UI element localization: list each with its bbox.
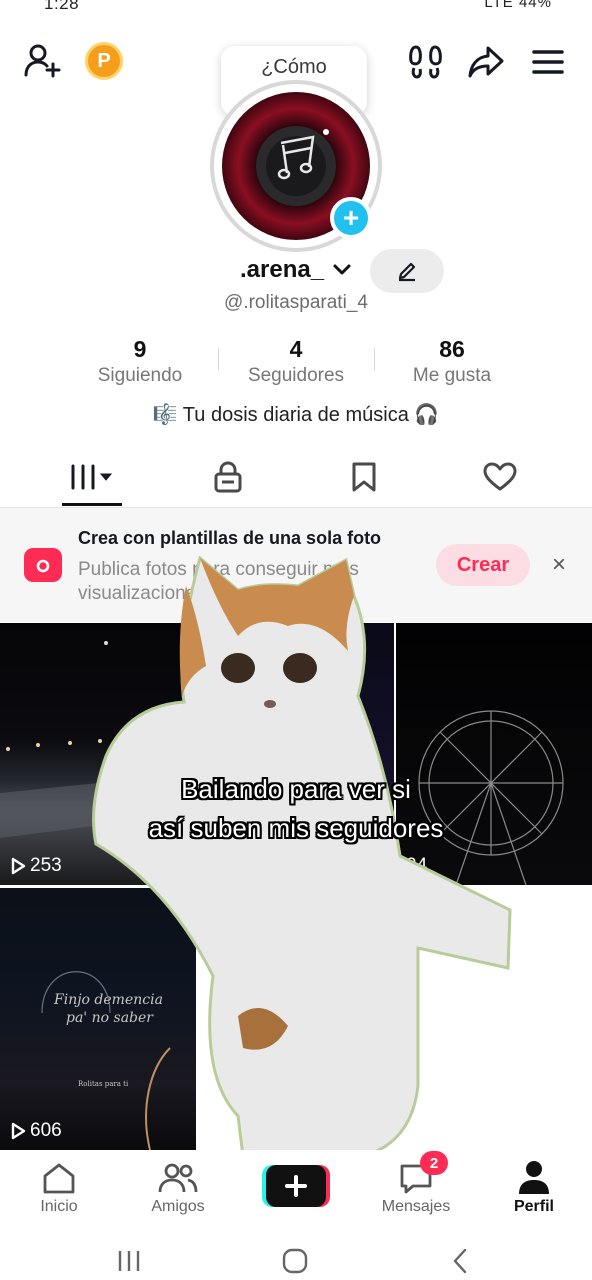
status-time: 1:28 [44,0,80,13]
nav-perfil[interactable]: Perfil [484,1158,584,1216]
tab-saved[interactable] [290,446,438,508]
stat-likes-value: 86 [439,336,465,362]
network-label: LTE [484,0,514,11]
nav-amigos-label: Amigos [151,1198,205,1215]
system-navigation [0,1230,592,1280]
view-count: 253 [10,855,62,877]
back-icon[interactable] [450,1248,470,1274]
dancing-cat-sticker [92,556,512,1196]
lock-icon [214,461,242,493]
bio: 🎼 Tu dosis diaria de música 🎧 [152,404,440,426]
points-badge: P [85,42,123,80]
view-count: 606 [10,1120,62,1142]
friends-icon [158,1163,198,1193]
profile-tabs [0,446,592,508]
share-profile-button[interactable] [464,40,508,84]
play-icon [11,857,26,875]
stat-followers-label: Seguidores [247,365,345,386]
points-button[interactable]: P [85,42,123,80]
active-tab-indicator [62,503,122,506]
nav-mensajes[interactable]: Mensajes [366,1158,466,1216]
stat-followers-value: 4 [289,336,303,362]
tab-private[interactable] [154,446,302,508]
stat-following-label: Siguiendo [97,365,183,386]
person-plus-icon [24,44,61,78]
unread-badge: 2 [420,1151,448,1175]
username[interactable]: .arena_ [240,256,324,284]
nav-perfil-label: Perfil [513,1198,554,1215]
heart-icon [483,462,517,491]
add-story-button[interactable]: + [330,197,372,239]
play-icon [11,1122,26,1140]
share-arrow-icon [468,46,504,78]
profile-views-button[interactable] [404,40,448,84]
tab-videos[interactable] [18,446,166,508]
camera-icon [24,548,62,582]
caption-line-2: así suben mis seguidores [148,813,444,843]
hamburger-menu-icon [532,50,564,74]
add-friend-button[interactable] [20,38,64,82]
nav-inicio[interactable]: Inicio [9,1158,109,1216]
bookmark-icon [352,462,376,492]
stat-likes-label: Me gusta [412,365,492,386]
recent-apps-icon[interactable] [116,1248,142,1274]
status-bar: 1:28 LTE 44% [0,0,592,18]
status-right: LTE 44% [484,0,552,11]
music-note-icon [277,135,315,180]
nav-mensajes-label: Mensajes [381,1198,451,1215]
create-plus-icon[interactable] [262,1165,330,1207]
caption-line-1: Bailando para ver si [181,774,411,804]
nav-amigos[interactable]: Amigos [128,1158,228,1216]
profile-icon [519,1161,549,1194]
close-icon[interactable]: × [544,550,574,580]
footprints-icon [409,45,442,79]
battery-percent: 44% [518,0,552,11]
bubble-line-1: ¿Cómo [261,56,327,78]
video-caption-overlay: Bailando para ver si así suben mis segui… [0,770,592,848]
stat-following[interactable]: 9 Siguiendo [60,334,220,388]
pencil-icon [398,262,416,282]
nav-inicio-label: Inicio [40,1198,78,1215]
home-circle-icon[interactable] [282,1248,308,1274]
tab-liked[interactable] [426,446,574,508]
stat-likes[interactable]: 86 Me gusta [372,334,532,388]
promo-title: Crea con plantillas de una sola foto [78,528,382,548]
stat-following-value: 9 [133,336,147,362]
home-icon [43,1163,75,1194]
grid-bars-icon [71,464,113,490]
stat-followers[interactable]: 4 Seguidores [216,334,376,388]
user-handle: @.rolitasparati_4 [224,292,368,313]
menu-button[interactable] [526,40,570,84]
chevron-down-icon[interactable] [332,262,352,278]
edit-profile-button[interactable] [370,249,444,293]
